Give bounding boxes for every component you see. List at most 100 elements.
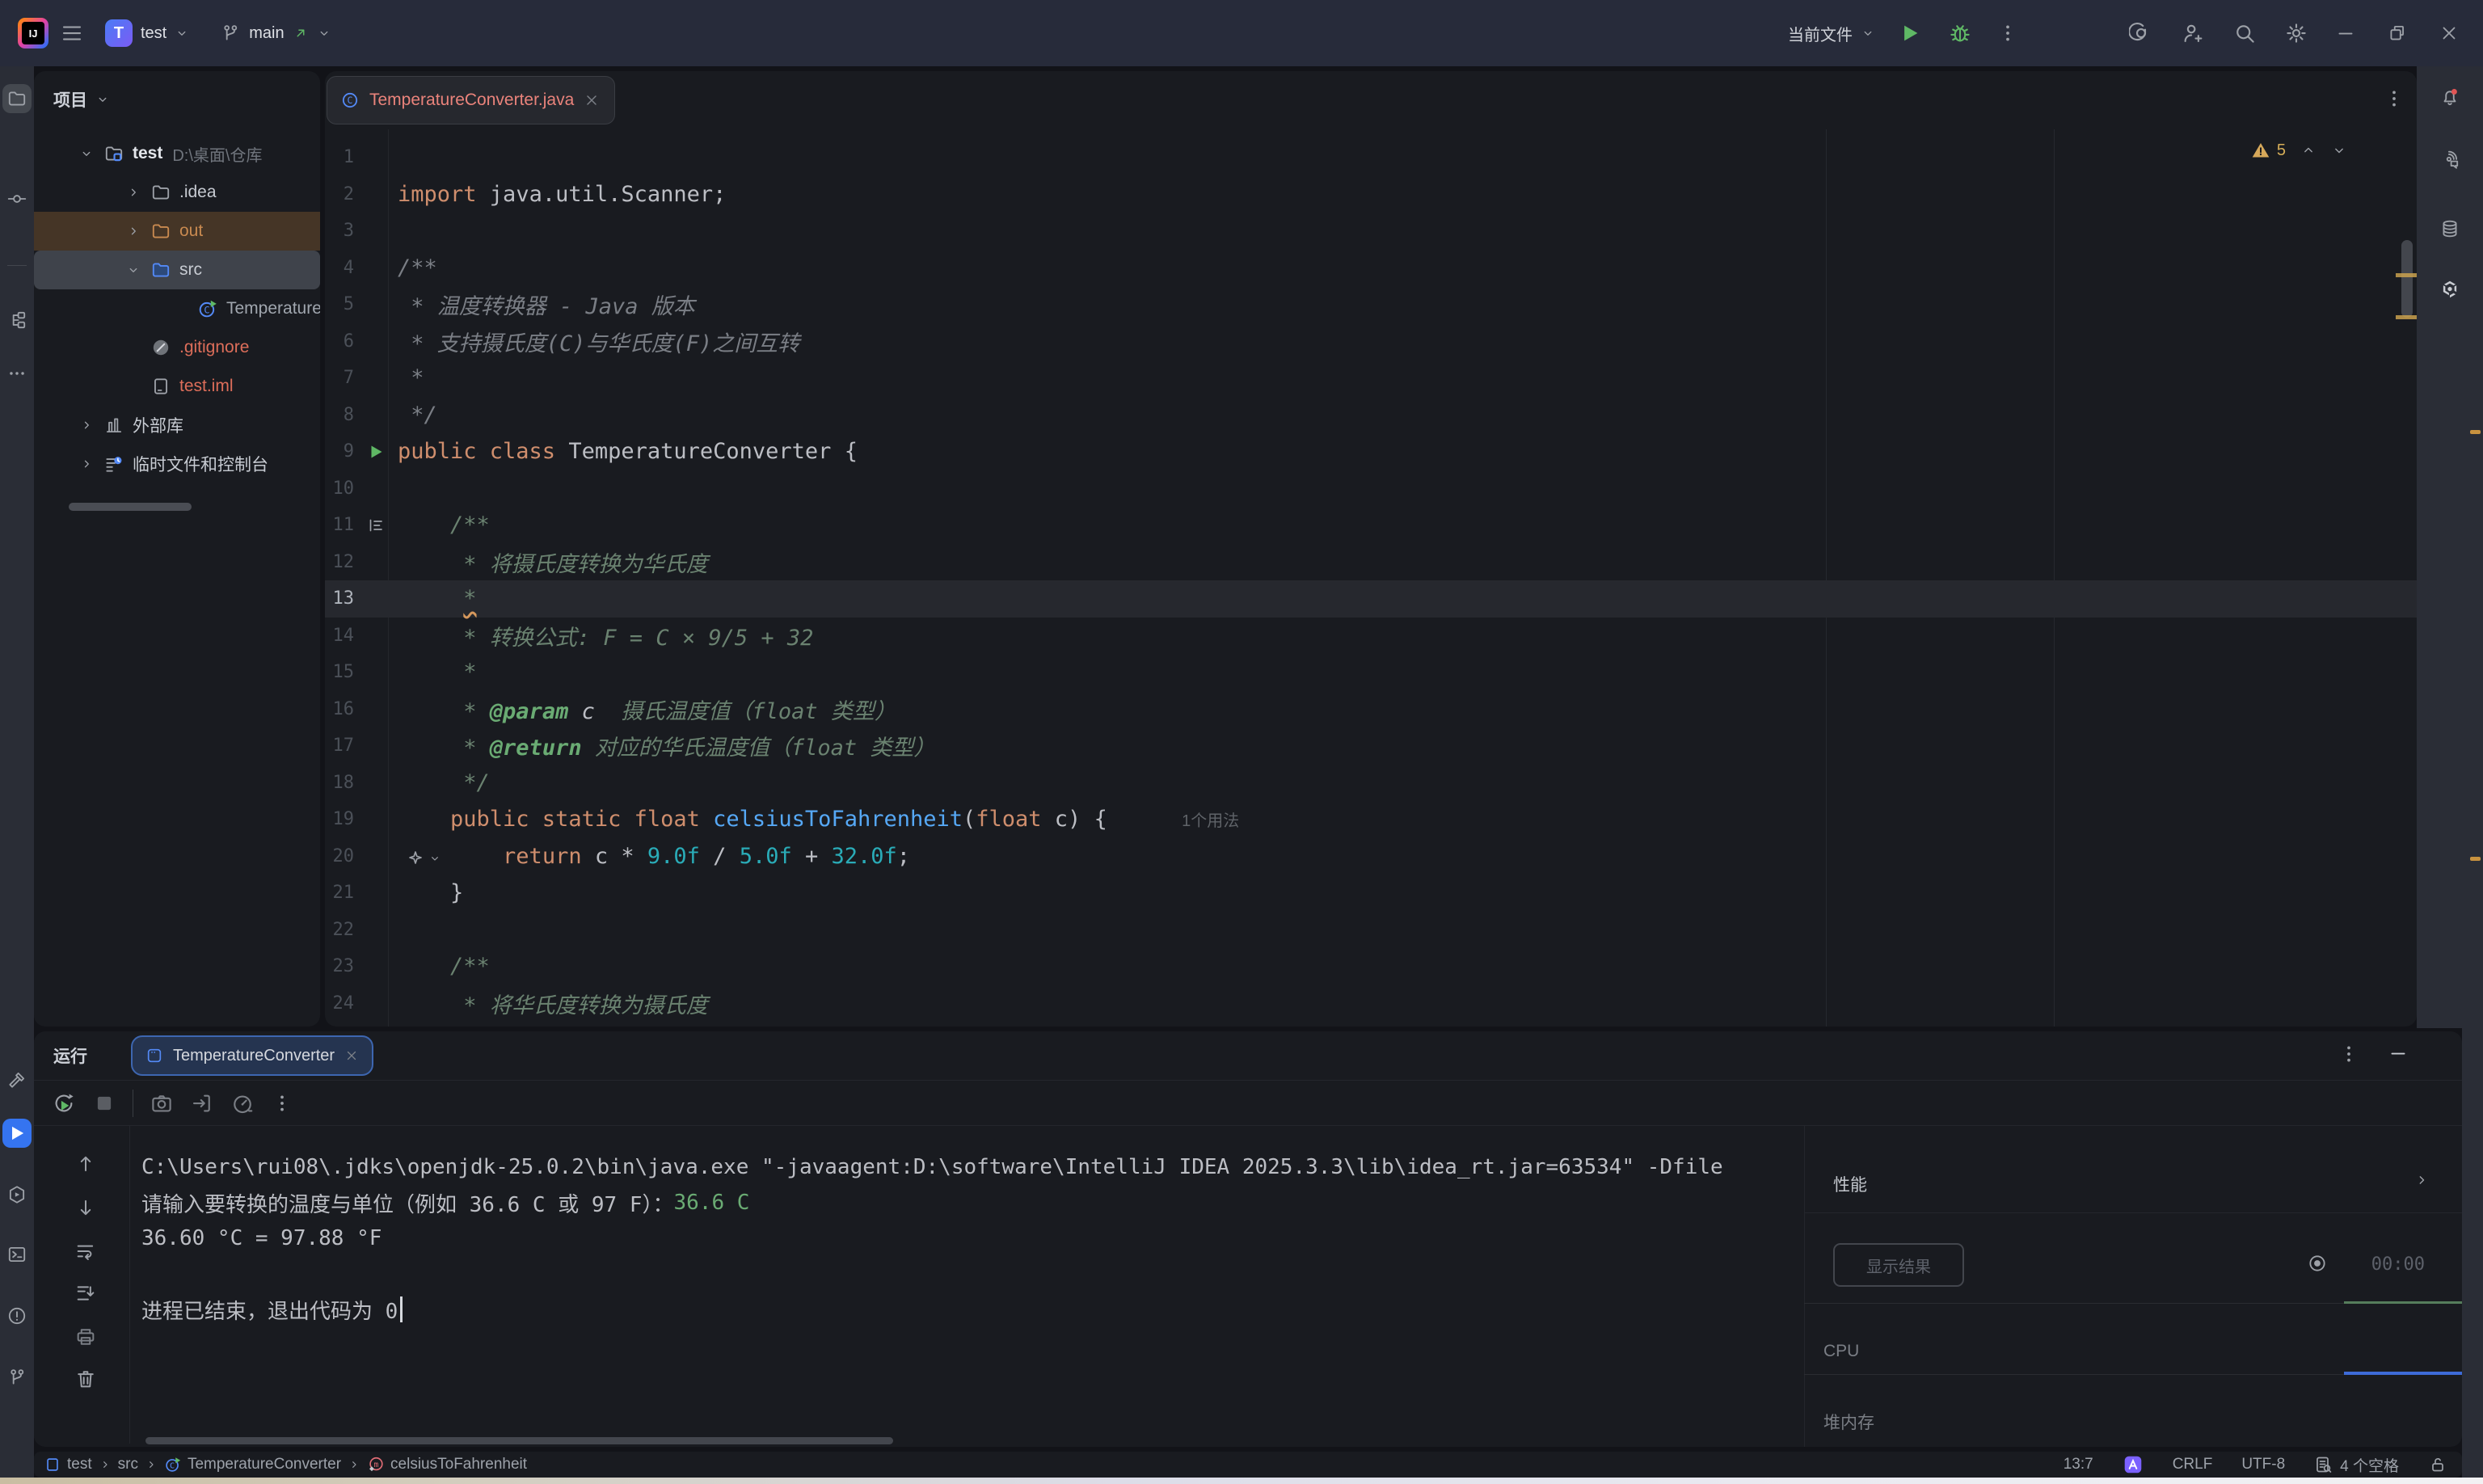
expand-performance-icon[interactable] [2413,1172,2430,1188]
tree-item[interactable]: CTemperatureConverter [34,289,320,328]
main-menu-icon[interactable] [60,21,84,45]
scroll-to-end-icon[interactable] [74,1282,97,1305]
code-line[interactable]: 20 return c * 9.0f / 5.0f + 32.0f; [325,838,2417,875]
file-encoding[interactable]: UTF-8 [2241,1456,2285,1473]
chevron-down-icon[interactable] [120,263,147,277]
code-line[interactable]: 4/** [325,250,2417,287]
tree-item[interactable]: src [34,251,320,289]
code-line[interactable]: 23 /** [325,948,2417,985]
close-tab-icon[interactable] [584,92,600,108]
ai-chat-tool-button[interactable] [2435,145,2464,175]
breadcrumb-item[interactable]: CTemperatureConverter [164,1456,341,1473]
code-line[interactable]: 24 * 将华氏度转换为摄氏度 [325,985,2417,1022]
code-line[interactable]: 5 * 温度转换器 - Java 版本 [325,286,2417,323]
code-line[interactable]: 14 * 转换公式: F = C × 9/5 + 32 [325,618,2417,655]
breadcrumb-item[interactable]: mcelsiusToFahrenheit [367,1456,527,1473]
run-tool-button[interactable] [2,1119,32,1148]
prev-occurrence-icon[interactable] [74,1153,97,1175]
chevron-right-icon[interactable] [120,224,147,238]
services-tool-button[interactable] [2,1180,32,1209]
ai-assistant-icon[interactable] [2129,21,2153,45]
tree-item[interactable]: test.iml [34,367,320,406]
run-button[interactable] [1898,21,1922,45]
run-tab[interactable]: TemperatureConverter [131,1035,373,1076]
code-line[interactable]: 12 * 将摄氏度转换为华氏度 [325,544,2417,581]
code-line[interactable]: 9public class TemperatureConverter { [325,433,2417,470]
soft-wrap-icon[interactable] [74,1240,97,1263]
database-tool-button[interactable] [2435,214,2464,243]
commit-tool-button[interactable] [2,184,32,213]
project-widget[interactable]: T test [95,13,199,53]
code-line[interactable]: 21 } [325,875,2417,912]
vcs-widget[interactable]: main [210,16,340,50]
profiler-button[interactable] [230,1091,255,1115]
snapshot-button[interactable] [150,1091,174,1115]
code-line[interactable]: 3 [325,213,2417,250]
code-line[interactable]: 17 * @return 对应的华氏温度值（float 类型） [325,727,2417,765]
hide-panel-icon[interactable] [2388,1043,2409,1064]
terminal-tool-button[interactable] [2,1240,32,1269]
tree-item[interactable]: testD:\桌面\仓库 [34,134,320,173]
clear-console-icon[interactable] [74,1368,97,1390]
breadcrumb-item[interactable]: src [118,1456,138,1473]
doc-render-icon[interactable] [354,516,398,535]
restore-button[interactable] [2375,11,2420,56]
close-button[interactable] [2426,11,2472,56]
tree-item[interactable]: .gitignore [34,328,320,367]
code-line[interactable]: 13 * [325,580,2417,618]
project-tool-button[interactable] [2,84,32,113]
code-line[interactable]: 7 * [325,360,2417,397]
chevron-down-icon[interactable] [95,92,110,107]
editor-options-icon[interactable] [2383,87,2405,110]
code-line[interactable]: 11 /** [325,507,2417,544]
ai-actions-inlay[interactable] [406,849,441,868]
code-line[interactable]: 1 [325,139,2417,176]
editor-tab[interactable]: C TemperatureConverter.java [327,76,615,124]
stop-button[interactable] [92,1091,116,1115]
code-line[interactable]: 19 public static float celsiusToFahrenhe… [325,801,2417,838]
chevron-right-icon[interactable] [73,457,100,471]
more-tools-button[interactable] [2,359,32,388]
unlock-icon[interactable] [2428,1455,2447,1474]
code-line[interactable]: 18 */ [325,765,2417,802]
settings-icon[interactable] [2284,21,2308,45]
code-line[interactable]: 10 [325,470,2417,508]
rerun-button[interactable] [52,1091,76,1115]
tree-item[interactable]: 临时文件和控制台 [34,445,320,483]
code-line[interactable]: 8 */ [325,397,2417,434]
tree-item[interactable]: out [34,212,320,251]
git-tool-button[interactable] [2,1363,32,1392]
chevron-right-icon[interactable] [73,418,100,432]
console-output[interactable]: C:\Users\rui08\.jdks\openjdk-25.0.2\bin\… [141,1149,1798,1424]
indent-widget[interactable]: 4 个空格 [2314,1454,2399,1476]
import-results-button[interactable] [190,1091,214,1115]
chevron-down-icon[interactable] [73,146,100,161]
code-with-me-icon[interactable] [2181,21,2205,45]
tree-item[interactable]: 外部库 [34,406,320,445]
breadcrumb-item[interactable]: test [44,1456,92,1473]
code-line[interactable]: 2import java.util.Scanner; [325,176,2417,213]
editor-scrollbar[interactable] [2401,240,2413,318]
prev-warning-icon[interactable] [2300,142,2316,158]
code-area[interactable]: 12import java.util.Scanner;34/**5 * 温度转换… [325,129,2417,1027]
inspections-widget[interactable]: 5 [2251,141,2347,160]
code-line[interactable]: 15 * [325,654,2417,691]
run-config-selector[interactable]: 当前文件 [1783,15,1880,52]
tree-item[interactable]: .idea [34,173,320,212]
problems-tool-button[interactable] [2,1301,32,1330]
caret-position[interactable]: 13:7 [2064,1456,2093,1473]
project-horizontal-scrollbar[interactable] [69,503,192,511]
close-run-tab-icon[interactable] [344,1048,359,1063]
notifications-button[interactable] [2435,82,2464,112]
code-line[interactable]: 22 [325,912,2417,949]
run-gutter-icon[interactable] [354,442,398,462]
code-line[interactable]: 6 * 支持摄氏度(C)与华氏度(F)之间互转 [325,323,2417,360]
chevron-right-icon[interactable] [120,185,147,200]
console-horizontal-scrollbar[interactable] [145,1437,893,1444]
code-line[interactable]: 16 * @param c 摄氏温度值（float 类型） [325,691,2417,728]
show-results-button[interactable]: 显示结果 [1833,1243,1964,1287]
next-occurrence-icon[interactable] [74,1196,97,1219]
next-warning-icon[interactable] [2331,142,2347,158]
search-everywhere-icon[interactable] [2232,21,2257,45]
ai-status-icon[interactable] [2123,1454,2144,1475]
